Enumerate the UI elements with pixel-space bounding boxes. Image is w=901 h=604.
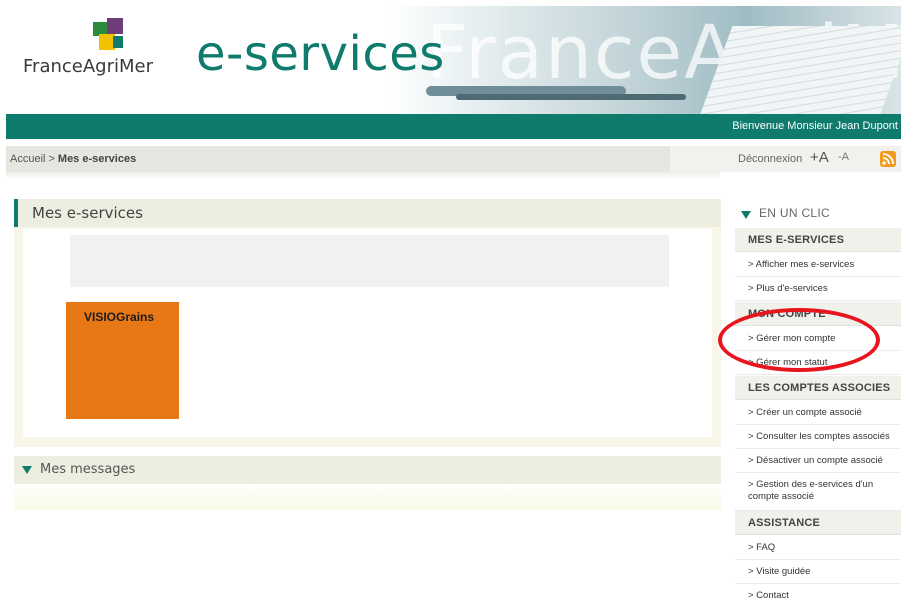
section-comptes-associes: LES COMPTES ASSOCIES <box>735 376 901 400</box>
sidebar-link-label[interactable]: > Désactiver un compte associé <box>748 455 898 467</box>
sidebar-link-label[interactable]: > Créer un compte associé <box>748 407 898 419</box>
section-mes-eservices: MES E-SERVICES <box>735 228 901 252</box>
sidebar-link-contact[interactable]: > Contact <box>735 584 901 604</box>
section-assistance: ASSISTANCE <box>735 511 901 535</box>
sidebar-link-afficher-eservices[interactable]: > Afficher mes e-services <box>735 253 901 277</box>
banner-papers <box>699 26 901 114</box>
sidebar-link-label[interactable]: > FAQ <box>748 542 898 554</box>
panel-body: VISIOGrains <box>23 229 712 437</box>
section-heading: LES COMPTES ASSOCIES <box>748 382 891 394</box>
brand-name[interactable]: FranceAgriMer <box>23 56 153 77</box>
breadcrumb-home-link[interactable]: Accueil <box>10 153 45 165</box>
sidebar-link-label[interactable]: > Visite guidée <box>748 566 898 578</box>
messages-panel: Mes messages <box>14 456 721 510</box>
rss-icon[interactable] <box>880 151 896 167</box>
sidebar-link-label[interactable]: > Gestion des e-services d'un compte ass… <box>748 479 898 503</box>
header-banner-image: FranceAgriMer <box>386 6 901 114</box>
banner-laptop-base <box>456 94 686 100</box>
sidebar-title: EN UN CLIC <box>759 206 831 220</box>
collapse-arrow-icon[interactable] <box>741 211 751 219</box>
sidebar-link-label[interactable]: > Gérer mon compte <box>748 333 898 345</box>
sidebar-link-label[interactable]: > Plus d'e-services <box>748 283 898 295</box>
sidebar-quick-links: EN UN CLIC MES E-SERVICES > Afficher mes… <box>735 202 901 604</box>
sidebar-link-plus-eservices[interactable]: > Plus d'e-services <box>735 277 901 301</box>
sidebar-link-label[interactable]: > Contact <box>748 590 898 602</box>
section-heading: ASSISTANCE <box>748 517 821 529</box>
sidebar-link-consulter-comptes[interactable]: > Consulter les comptes associés <box>735 425 901 449</box>
panel-header: Mes e-services <box>14 199 721 227</box>
service-tile-visiograins[interactable]: VISIOGrains <box>66 302 179 419</box>
toolbar: Déconnexion +A -A <box>670 146 901 172</box>
sidebar-link-creer-compte[interactable]: > Créer un compte associé <box>735 401 901 425</box>
sidebar-link-gerer-statut[interactable]: > Gérer mon statut <box>735 351 901 375</box>
franceagrimer-logo-icon[interactable] <box>93 18 127 54</box>
section-mon-compte: MON COMPTE <box>735 302 901 326</box>
logout-link[interactable]: Déconnexion <box>738 153 802 165</box>
breadcrumb-current: Mes e-services <box>57 153 137 165</box>
services-filter-area <box>70 235 669 287</box>
welcome-message: Bienvenue Monsieur Jean Dupont <box>732 120 898 132</box>
sidebar-header[interactable]: EN UN CLIC <box>735 202 901 224</box>
sidebar-link-faq[interactable]: > FAQ <box>735 536 901 560</box>
sidebar-link-label[interactable]: > Consulter les comptes associés <box>748 431 898 443</box>
messages-header[interactable]: Mes messages <box>14 456 721 484</box>
breadcrumb-separator: > <box>48 153 55 165</box>
font-decrease-button[interactable]: -A <box>838 151 849 163</box>
section-heading: MES E-SERVICES <box>748 234 845 246</box>
sidebar-link-gestion-eservices[interactable]: > Gestion des e-services d'un compte ass… <box>735 473 901 511</box>
service-tile-label: VISIOGrains <box>84 310 155 324</box>
product-title: e-services <box>196 26 445 82</box>
breadcrumb-shadow <box>6 172 720 180</box>
sidebar-link-desactiver-compte[interactable]: > Désactiver un compte associé <box>735 449 901 473</box>
section-heading: MON COMPTE <box>748 308 826 320</box>
site-header: FranceAgriMer FranceAgriMer e-services <box>6 6 901 114</box>
eservices-panel: Mes e-services VISIOGrains <box>14 199 721 447</box>
sidebar-link-label[interactable]: > Afficher mes e-services <box>748 259 898 271</box>
sidebar-link-label[interactable]: > Gérer mon statut <box>748 357 898 369</box>
sidebar-link-gerer-compte[interactable]: > Gérer mon compte <box>735 327 901 351</box>
messages-title[interactable]: Mes messages <box>40 462 135 477</box>
font-increase-button[interactable]: +A <box>810 149 829 166</box>
expand-arrow-icon[interactable] <box>22 466 32 474</box>
messages-body <box>14 484 721 510</box>
welcome-bar: Bienvenue Monsieur Jean Dupont <box>6 114 901 139</box>
sidebar-link-visite-guidee[interactable]: > Visite guidée <box>735 560 901 584</box>
breadcrumb: Accueil > Mes e-services <box>6 146 670 172</box>
page-title: Mes e-services <box>32 204 143 222</box>
